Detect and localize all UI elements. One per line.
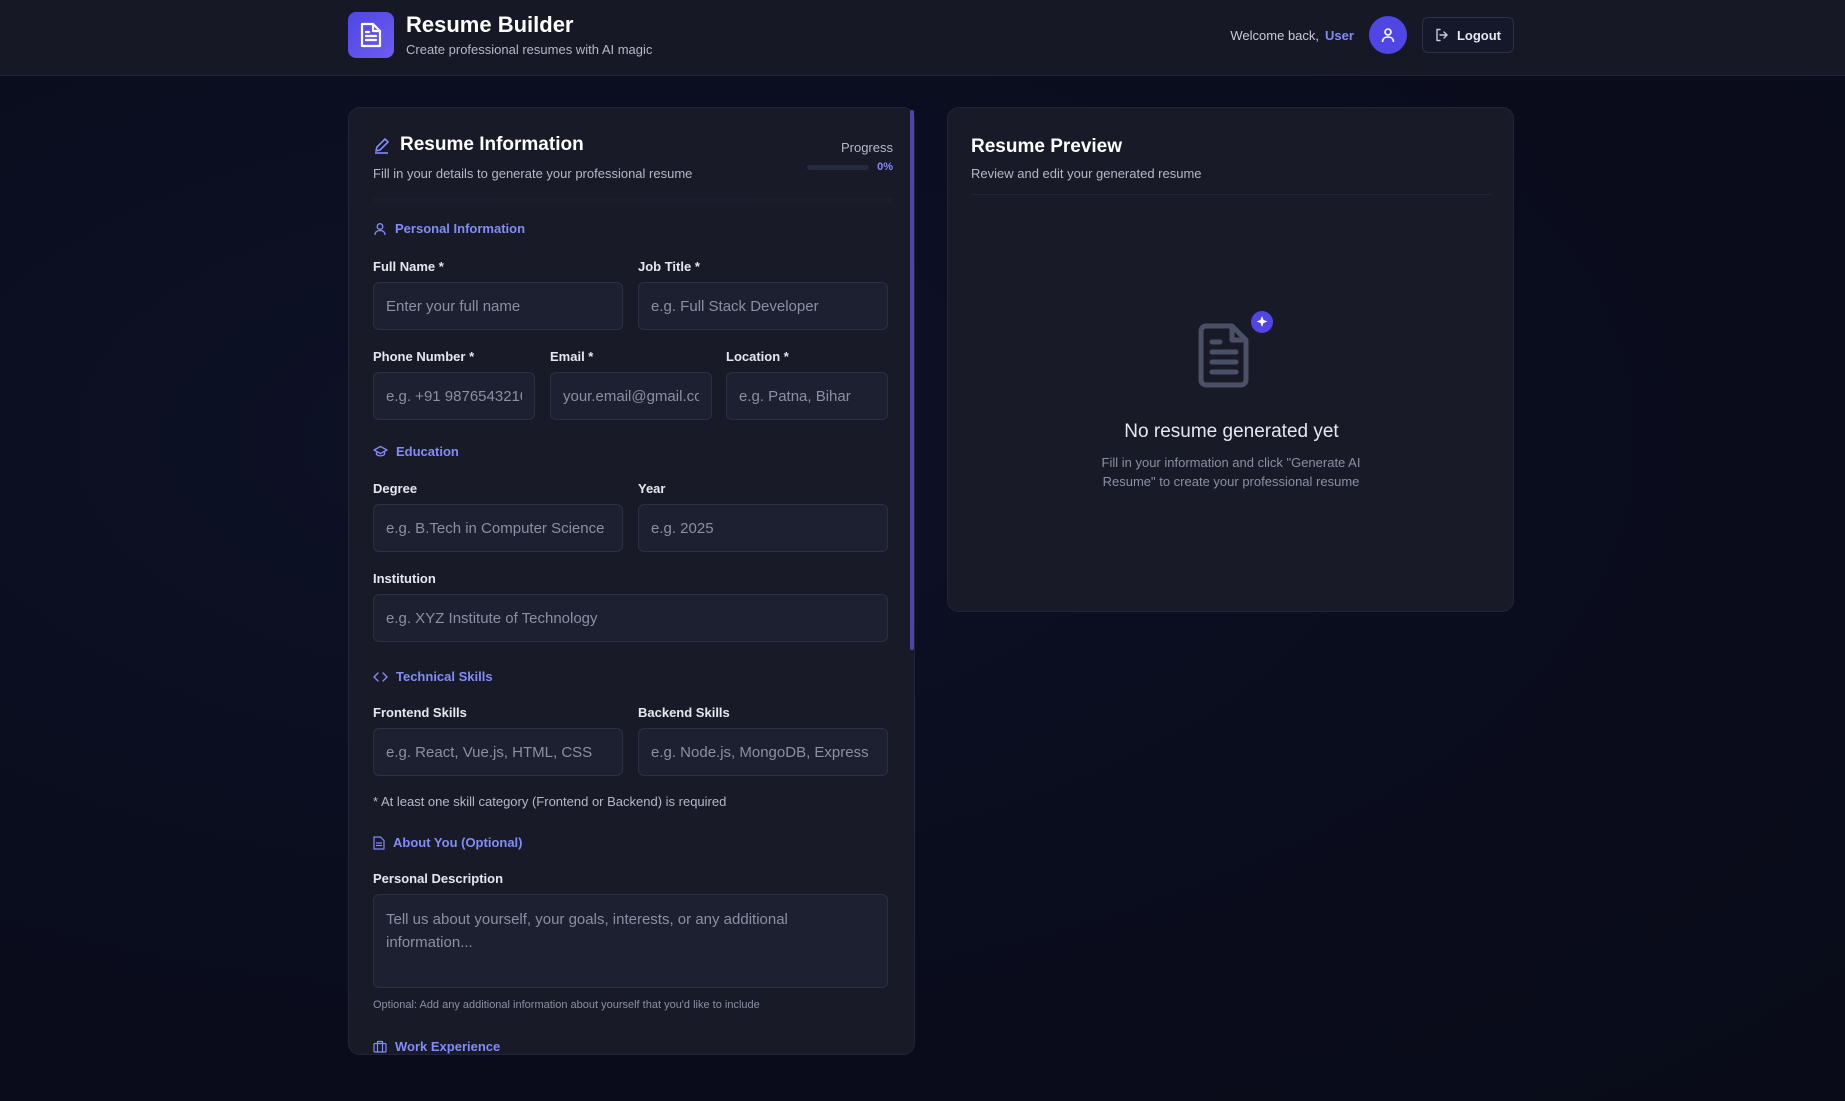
progress-value: 0%	[877, 161, 893, 173]
avatar[interactable]	[1368, 16, 1407, 54]
progress-label: Progress	[840, 140, 893, 155]
year-label: Year	[638, 481, 666, 496]
logout-label: Logout	[1456, 27, 1501, 43]
app-subtitle: Create professional resumes with AI magi…	[406, 42, 653, 57]
empty-document-icon	[1198, 308, 1273, 388]
section-title: Personal Information	[395, 221, 526, 236]
form-scrollbar[interactable]	[910, 110, 914, 650]
briefcase-icon	[373, 1040, 387, 1053]
section-work-experience: Work Experience	[373, 1039, 500, 1054]
logout-button[interactable]: Logout	[1421, 17, 1514, 53]
degree-input[interactable]	[373, 504, 623, 552]
code-icon	[373, 671, 388, 682]
pencil-icon	[375, 137, 389, 154]
email-label: Email *	[550, 349, 594, 364]
brand: Resume Builder Create professional resum…	[348, 12, 652, 58]
preview-subtitle: Review and edit your generated resume	[971, 166, 1202, 181]
logout-icon	[1436, 28, 1448, 42]
resume-form-panel: Resume Information Fill in your details …	[348, 107, 915, 1055]
user-icon	[374, 222, 386, 235]
job-title-input[interactable]	[638, 282, 888, 330]
section-title: Work Experience	[395, 1039, 501, 1054]
app-header: Resume Builder Create professional resum…	[0, 0, 1845, 76]
personal-description-label: Personal Description	[373, 871, 504, 886]
institution-input[interactable]	[373, 594, 888, 642]
phone-label: Phone Number *	[373, 349, 475, 364]
section-title: Technical Skills	[396, 669, 493, 684]
file-text-icon	[373, 835, 385, 850]
phone-input[interactable]	[373, 372, 535, 420]
section-technical-skills: Technical Skills	[373, 669, 493, 684]
section-education: Education	[373, 444, 459, 459]
section-about-you: About You (Optional)	[373, 835, 523, 850]
section-personal-information: Personal Information	[373, 221, 525, 236]
empty-state-title: No resume generated yet	[1124, 421, 1339, 442]
backend-skills-label: Backend Skills	[638, 705, 730, 720]
app-title: Resume Builder	[406, 12, 574, 37]
degree-label: Degree	[373, 481, 418, 496]
job-title-label: Job Title *	[638, 259, 700, 274]
section-title: Education	[396, 444, 459, 459]
email-input[interactable]	[550, 372, 712, 420]
welcome-text: Welcome back,	[1230, 27, 1320, 43]
preview-divider	[971, 194, 1491, 195]
full-name-label: Full Name *	[373, 259, 444, 274]
full-name-input[interactable]	[373, 282, 623, 330]
header-divider	[373, 198, 893, 206]
backend-skills-input[interactable]	[638, 728, 888, 776]
graduation-cap-icon	[373, 445, 388, 457]
year-input[interactable]	[638, 504, 888, 552]
user-icon	[1381, 28, 1395, 43]
document-icon	[348, 12, 394, 58]
frontend-skills-label: Frontend Skills	[373, 705, 467, 720]
institution-label: Institution	[373, 571, 436, 586]
welcome-username: User	[1325, 27, 1354, 43]
frontend-skills-input[interactable]	[373, 728, 623, 776]
form-title: Resume Information	[400, 134, 584, 155]
personal-description-textarea[interactable]	[373, 894, 888, 988]
description-note: Optional: Add any additional information…	[373, 999, 760, 1011]
location-input[interactable]	[726, 372, 888, 420]
skills-requirement-note: * At least one skill category (Frontend …	[373, 794, 727, 809]
resume-preview-panel: Resume Preview Review and edit your gene…	[947, 107, 1514, 612]
progress-bar	[807, 164, 870, 170]
preview-title: Resume Preview	[971, 136, 1123, 157]
progress-indicator: Progress 0%	[807, 140, 893, 173]
empty-state-description: Fill in your information and click "Gene…	[1101, 455, 1361, 489]
section-title: About You (Optional)	[393, 835, 523, 850]
location-label: Location *	[726, 349, 789, 364]
